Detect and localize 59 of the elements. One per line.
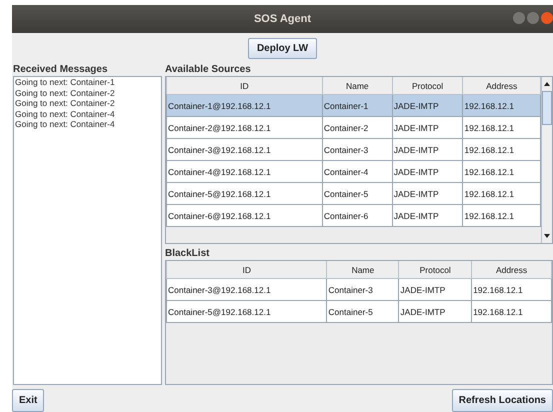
minimize-icon[interactable] xyxy=(513,12,525,24)
message-item: Going to next: Container-4 xyxy=(14,108,116,119)
column-header[interactable]: Name xyxy=(326,261,399,278)
table-cell[interactable]: 192.168.12.1 xyxy=(462,116,540,138)
message-item: Going to next: Container-4 xyxy=(14,119,116,130)
message-item: Going to next: Container-2 xyxy=(14,98,116,108)
table-cell[interactable]: Container-5 xyxy=(326,300,399,322)
table-cell[interactable]: Container-2 xyxy=(322,116,392,138)
message-item: Going to next: Container-1 xyxy=(14,77,116,88)
table-cell[interactable]: Container-1@192.168.12.1 xyxy=(166,94,322,116)
table-cell[interactable]: Container-6@192.168.12.1 xyxy=(166,204,322,226)
table-cell[interactable]: Container-3 xyxy=(322,138,392,160)
close-icon[interactable] xyxy=(541,12,553,24)
table-cell[interactable]: Container-5 xyxy=(322,182,392,204)
column-header[interactable]: ID xyxy=(166,261,327,278)
table-cell[interactable]: 192.168.12.1 xyxy=(462,94,540,116)
up-arrow-icon[interactable] xyxy=(544,82,550,86)
table-cell[interactable]: JADE-IMTP xyxy=(392,94,463,116)
window-title: SOS Agent xyxy=(254,13,312,25)
table-cell[interactable]: Container-1 xyxy=(322,94,392,116)
column-header[interactable]: Address xyxy=(472,261,552,278)
table-cell[interactable]: Container-5@192.168.12.1 xyxy=(166,300,327,322)
table-cell[interactable]: Container-3@192.168.12.1 xyxy=(166,278,327,300)
table-cell[interactable]: 192.168.12.1 xyxy=(462,182,540,204)
down-arrow-icon[interactable] xyxy=(544,234,550,238)
table-cell[interactable]: 192.168.12.1 xyxy=(462,138,540,160)
column-header[interactable]: Protocol xyxy=(392,77,463,94)
table-cell[interactable]: JADE-IMTP xyxy=(392,138,463,160)
table-cell[interactable]: 192.168.12.1 xyxy=(472,300,552,322)
table-cell[interactable]: 192.168.12.1 xyxy=(462,160,540,182)
maximize-icon[interactable] xyxy=(527,12,539,24)
table-cell[interactable]: JADE-IMTP xyxy=(392,204,463,226)
table-cell[interactable]: Container-5@192.168.12.1 xyxy=(166,182,322,204)
scrollbar[interactable] xyxy=(541,77,552,243)
section-title: Received Messages xyxy=(13,63,109,76)
table-cell[interactable]: JADE-IMTP xyxy=(392,182,463,204)
column-header[interactable]: Name xyxy=(322,77,392,94)
table-cell[interactable]: Container-4@192.168.12.1 xyxy=(166,160,322,182)
table-cell[interactable]: JADE-IMTP xyxy=(398,300,472,322)
table-cell[interactable]: JADE-IMTP xyxy=(392,160,463,182)
scroll-thumb[interactable] xyxy=(542,91,552,125)
table-cell[interactable]: 192.168.12.1 xyxy=(472,278,552,300)
table-cell[interactable]: Container-4 xyxy=(322,160,392,182)
table-cell[interactable]: JADE-IMTP xyxy=(392,116,463,138)
table-cell[interactable]: 192.168.12.1 xyxy=(462,204,540,226)
column-header[interactable]: ID xyxy=(166,77,322,94)
section-title: BlackList xyxy=(165,247,210,260)
table-cell[interactable]: Container-2@192.168.12.1 xyxy=(166,116,322,138)
table-cell[interactable]: JADE-IMTP xyxy=(398,278,472,300)
table-cell[interactable]: Container-3@192.168.12.1 xyxy=(166,138,322,160)
table-cell[interactable]: Container-3 xyxy=(326,278,399,300)
column-header[interactable]: Protocol xyxy=(398,261,472,278)
table-cell[interactable]: Container-6 xyxy=(322,204,392,226)
section-title: Available Sources xyxy=(165,63,252,76)
exit-button[interactable]: Exit xyxy=(12,389,44,412)
refresh-locations-button[interactable]: Refresh Locations xyxy=(452,389,553,412)
column-header[interactable]: Address xyxy=(462,77,540,94)
message-item: Going to next: Container-2 xyxy=(14,88,116,98)
deploy-button[interactable]: Deploy LW xyxy=(248,38,318,58)
